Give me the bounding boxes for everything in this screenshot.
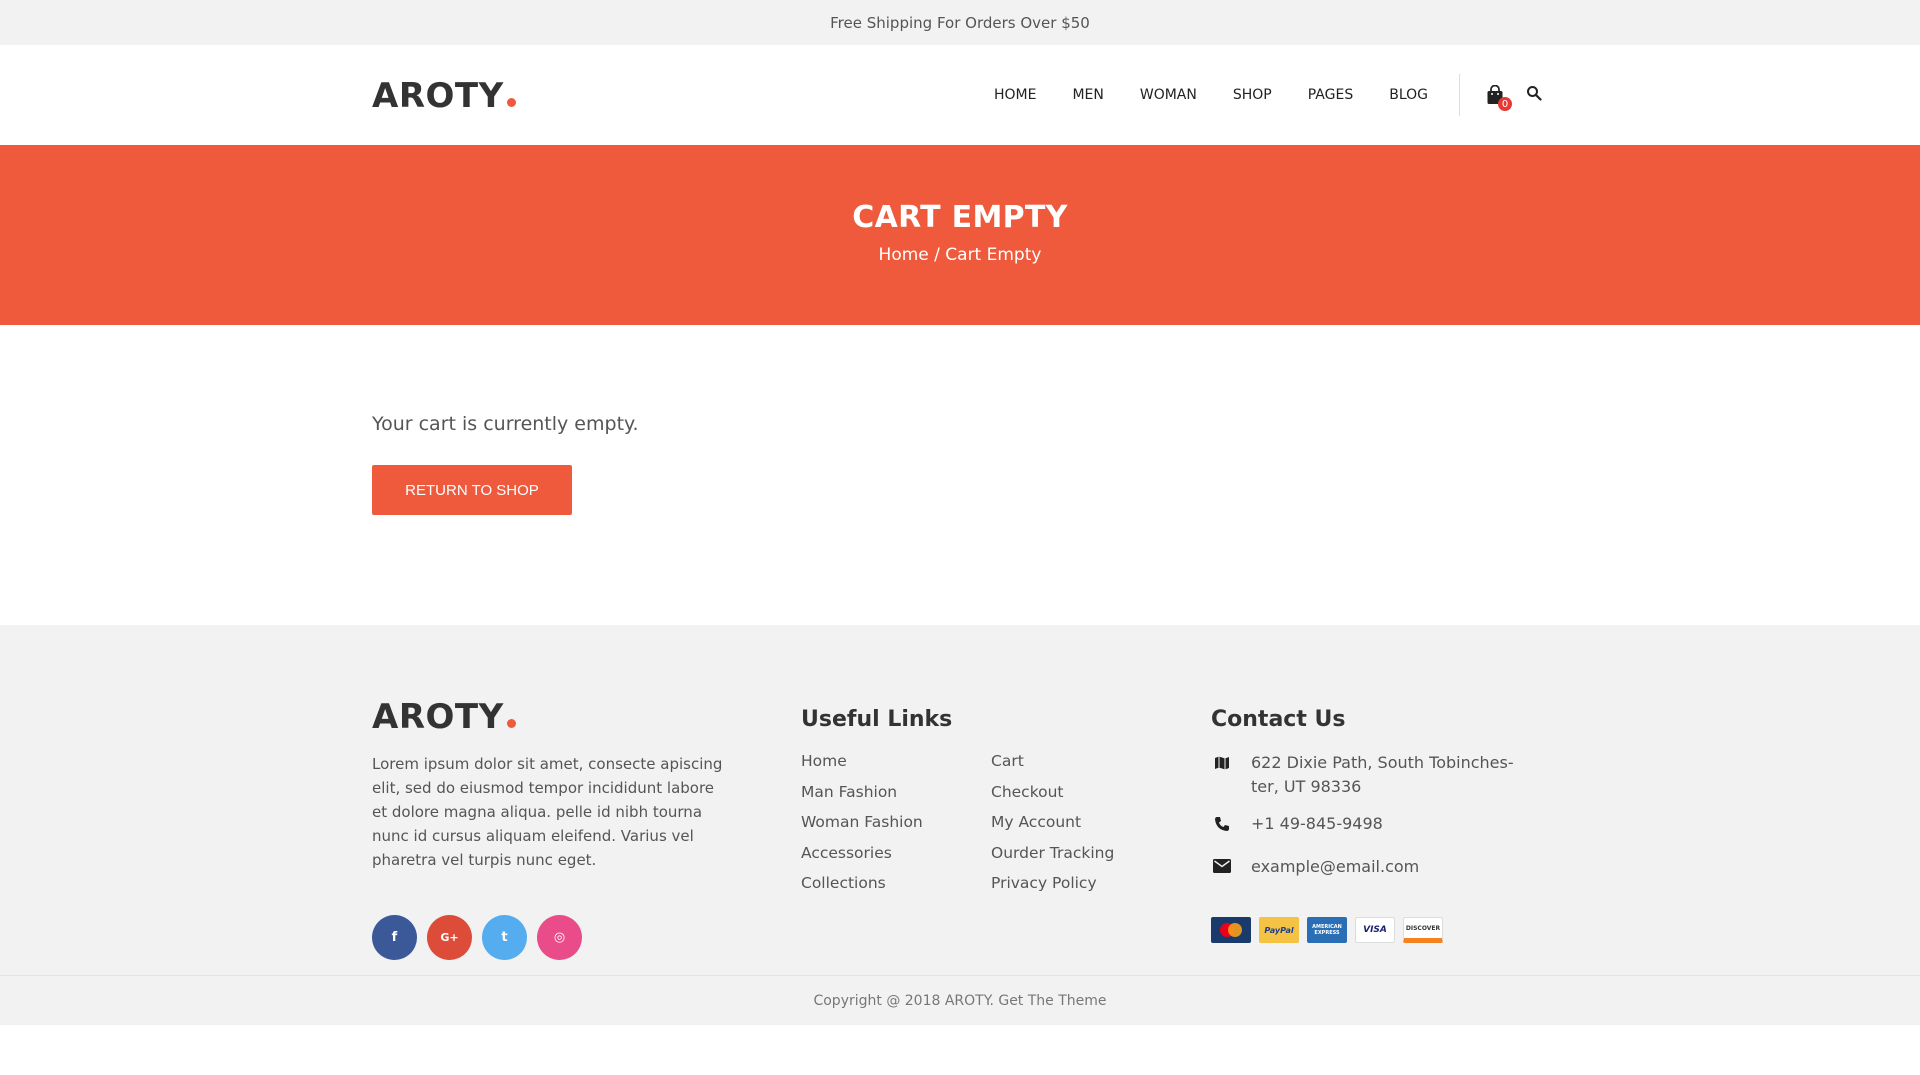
page-banner: CART EMPTY Home / Cart Empty xyxy=(0,145,1920,325)
footer-link-man-fashion[interactable]: Man Fashion xyxy=(801,782,923,813)
twitter-icon[interactable]: t xyxy=(482,915,527,960)
facebook-icon[interactable]: f xyxy=(372,915,417,960)
visa-icon: VISA xyxy=(1355,917,1395,943)
breadcrumb-separator: / xyxy=(928,244,946,265)
payment-methods: PayPal AMERICAN EXPRESS VISA DISCOVER xyxy=(1211,917,1443,943)
useful-links-col1: Home Man Fashion Woman Fashion Accessori… xyxy=(801,751,923,904)
discover-icon: DISCOVER xyxy=(1403,917,1443,943)
contact-email: example@email.com xyxy=(1211,855,1419,879)
useful-links-title: Useful Links xyxy=(801,707,953,732)
footer-logo[interactable]: AROTY xyxy=(372,697,516,737)
footer-link-accessories[interactable]: Accessories xyxy=(801,843,923,874)
footer-link-collections[interactable]: Collections xyxy=(801,873,923,904)
cart-content: Your cart is currently empty. RETURN TO … xyxy=(0,325,1920,625)
nav-item-home[interactable]: HOME xyxy=(994,87,1036,103)
nav-item-blog[interactable]: BLOG xyxy=(1389,87,1428,103)
address-line-2: ter, UT 98336 xyxy=(1251,777,1362,796)
logo-text: AROTY xyxy=(372,76,504,116)
nav-item-men[interactable]: MEN xyxy=(1072,87,1103,103)
announcement-bar: Free Shipping For Orders Over $50 xyxy=(0,0,1920,45)
nav-item-shop[interactable]: SHOP xyxy=(1233,87,1272,103)
nav-item-pages[interactable]: PAGES xyxy=(1308,87,1353,103)
search-icon xyxy=(1527,86,1542,101)
contact-phone: +1 49-845-9498 xyxy=(1211,812,1383,836)
address-line-1: 622 Dixie Path, South Tobinches- xyxy=(1251,753,1514,772)
site-header: AROTY HOME MEN WOMAN SHOP PAGES BLOG 0 xyxy=(0,45,1920,145)
site-logo[interactable]: AROTY xyxy=(372,76,516,116)
contact-email-text: example@email.com xyxy=(1251,857,1420,876)
copyright-text: Copyright @ 2018 AROTY. Get The Theme xyxy=(813,992,1107,1009)
social-links: f G+ t ◎ xyxy=(372,915,582,960)
footer-link-privacy-policy[interactable]: Privacy Policy xyxy=(991,873,1114,904)
footer-logo-dot xyxy=(506,719,516,728)
cart-button[interactable]: 0 xyxy=(1486,84,1512,111)
mail-icon xyxy=(1211,855,1233,879)
empty-cart-message: Your cart is currently empty. xyxy=(372,413,639,435)
breadcrumb-home[interactable]: Home xyxy=(879,245,929,265)
breadcrumb: Home / Cart Empty xyxy=(879,245,1042,265)
footer-about-text: Lorem ipsum dolor sit amet, consecte api… xyxy=(372,755,723,869)
footer-link-checkout[interactable]: Checkout xyxy=(991,782,1114,813)
announcement-text: Free Shipping For Orders Over $50 xyxy=(830,13,1090,32)
logo-dot xyxy=(506,98,516,107)
amex-icon: AMERICAN EXPRESS xyxy=(1307,917,1347,943)
breadcrumb-current: Cart Empty xyxy=(945,244,1042,265)
cart-count-badge: 0 xyxy=(1498,97,1512,111)
page-title: CART EMPTY xyxy=(852,199,1068,235)
return-to-shop-button[interactable]: RETURN TO SHOP xyxy=(372,465,572,515)
footer-link-home[interactable]: Home xyxy=(801,751,923,782)
contact-us-title: Contact Us xyxy=(1211,707,1346,732)
map-icon xyxy=(1211,751,1233,799)
phone-icon xyxy=(1211,812,1233,836)
footer-link-order-tracking[interactable]: Ourder Tracking xyxy=(991,843,1114,874)
google-plus-icon[interactable]: G+ xyxy=(427,915,472,960)
main-nav: HOME MEN WOMAN SHOP PAGES BLOG xyxy=(994,45,1428,145)
copyright-bar: Copyright @ 2018 AROTY. Get The Theme xyxy=(0,975,1920,1025)
contact-address: 622 Dixie Path, South Tobinches- ter, UT… xyxy=(1211,751,1514,799)
footer-link-woman-fashion[interactable]: Woman Fashion xyxy=(801,812,923,843)
useful-links-col2: Cart Checkout My Account Ourder Tracking… xyxy=(991,751,1114,904)
footer-link-my-account[interactable]: My Account xyxy=(991,812,1114,843)
nav-divider xyxy=(1459,74,1460,116)
paypal-icon: PayPal xyxy=(1259,917,1299,943)
mastercard-icon xyxy=(1211,917,1251,943)
footer-link-cart[interactable]: Cart xyxy=(991,751,1114,782)
contact-phone-text: +1 49-845-9498 xyxy=(1251,814,1383,833)
contact-address-text: 622 Dixie Path, South Tobinches- ter, UT… xyxy=(1251,751,1514,799)
search-button[interactable] xyxy=(1526,85,1544,103)
footer-logo-text: AROTY xyxy=(372,697,504,737)
nav-item-woman[interactable]: WOMAN xyxy=(1140,87,1197,103)
dribbble-icon[interactable]: ◎ xyxy=(537,915,582,960)
site-footer: AROTY Lorem ipsum dolor sit amet, consec… xyxy=(0,625,1920,1025)
